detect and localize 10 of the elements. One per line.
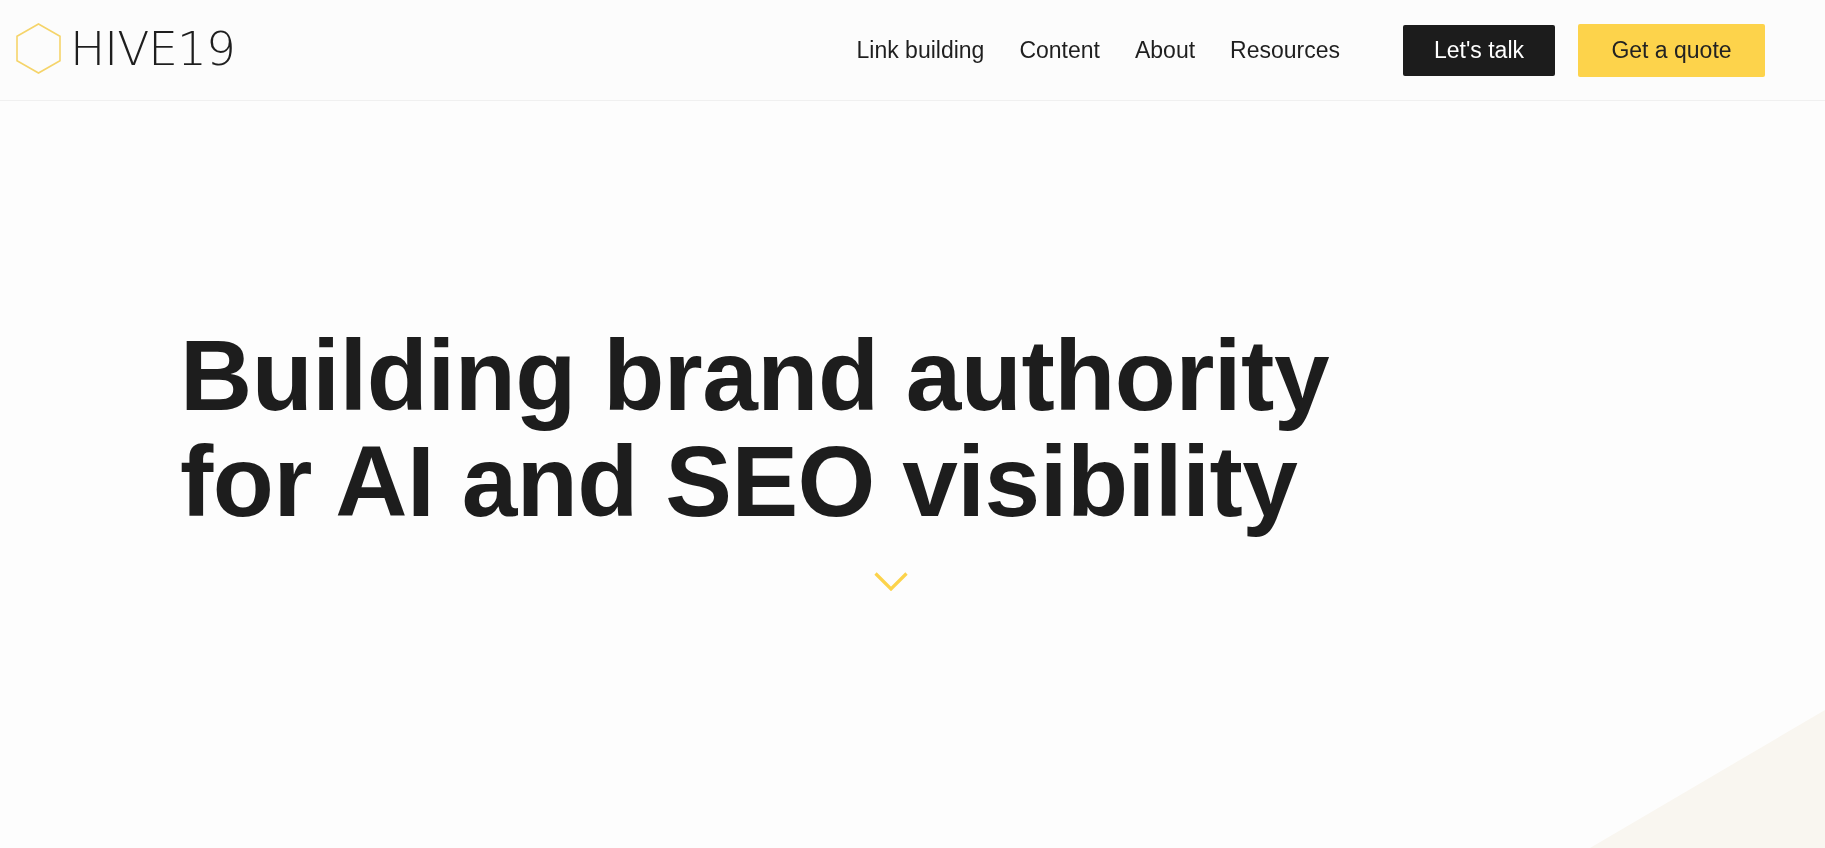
logo-link[interactable]: HIVE19	[16, 22, 235, 74]
nav-link[interactable]: About	[1134, 36, 1196, 64]
talk-button[interactable]: Let's talk	[1403, 24, 1555, 76]
nav-link[interactable]: Resources	[1230, 36, 1340, 64]
nav-link[interactable]: Link building	[856, 36, 985, 64]
quote-button[interactable]: Get a quote	[1578, 23, 1765, 77]
nav-link[interactable]: Content	[1019, 36, 1100, 64]
hexagon-icon	[16, 22, 61, 74]
logo-text: HIVE19	[70, 24, 235, 72]
chevron-down-icon[interactable]	[874, 572, 908, 591]
